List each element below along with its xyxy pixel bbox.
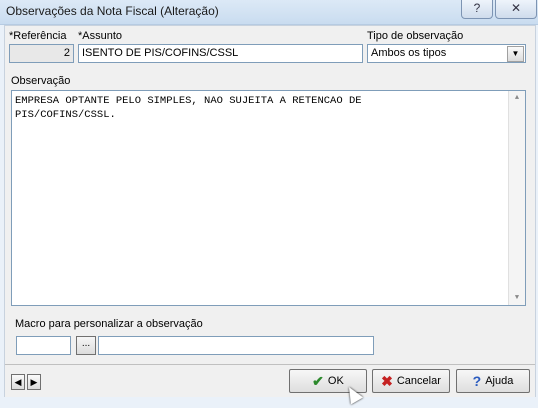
macro-code-input[interactable] <box>16 336 71 355</box>
tipo-label: Tipo de observação <box>367 30 464 42</box>
prev-record-button[interactable]: ◀ <box>11 374 25 390</box>
vertical-scrollbar[interactable]: ▲ ▼ <box>508 91 525 305</box>
help-icon: ? <box>473 1 481 15</box>
arrow-right-icon: ▶ <box>30 377 38 387</box>
ok-label: OK <box>327 375 344 387</box>
title-bar: Observações da Nota Fiscal (Alteração) ?… <box>0 0 538 25</box>
close-icon: ✕ <box>510 1 522 15</box>
assunto-label: *Assunto <box>78 30 123 42</box>
observacao-label: Observação <box>11 75 71 87</box>
cancel-button[interactable]: ✖ Cancelar <box>372 369 450 393</box>
scroll-down-icon[interactable]: ▼ <box>509 291 525 305</box>
window-title: Observações da Nota Fiscal (Alteração) <box>6 4 219 18</box>
arrow-left-icon: ◀ <box>14 377 22 387</box>
scroll-up-icon[interactable]: ▲ <box>509 91 525 105</box>
help-button[interactable]: ? Ajuda <box>456 369 530 393</box>
referencia-field: 2 <box>9 44 74 63</box>
assunto-input[interactable]: ISENTO DE PIS/COFINS/CSSL <box>78 44 363 63</box>
macro-browse-button[interactable]: ... <box>76 336 96 355</box>
x-icon: ✖ <box>381 373 393 390</box>
question-icon: ? <box>472 373 482 390</box>
referencia-label: *Referência <box>9 30 67 42</box>
help-label: Ajuda <box>485 375 514 387</box>
observacao-text: EMPRESA OPTANTE PELO SIMPLES, NAO SUJEIT… <box>15 95 362 121</box>
window-help-button[interactable]: ? <box>461 0 493 19</box>
window-close-button[interactable]: ✕ <box>495 0 537 19</box>
tipo-select[interactable]: Ambos os tipos ▼ <box>367 44 526 63</box>
dialog-body: *Referência 2 *Assunto ISENTO DE PIS/COF… <box>4 25 536 397</box>
cancel-label: Cancelar <box>396 375 441 387</box>
check-icon: ✔ <box>312 373 324 390</box>
button-bar: ◀ ▶ ✔ OK ✖ Cancelar ? Ajuda <box>5 364 535 397</box>
macro-label: Macro para personalizar a observação <box>15 318 203 330</box>
tipo-select-value: Ambos os tipos <box>371 47 447 59</box>
next-record-button[interactable]: ▶ <box>27 374 41 390</box>
observacao-textarea[interactable]: EMPRESA OPTANTE PELO SIMPLES, NAO SUJEIT… <box>11 90 526 306</box>
macro-description-input[interactable] <box>98 336 374 355</box>
chevron-down-icon[interactable]: ▼ <box>507 46 524 62</box>
